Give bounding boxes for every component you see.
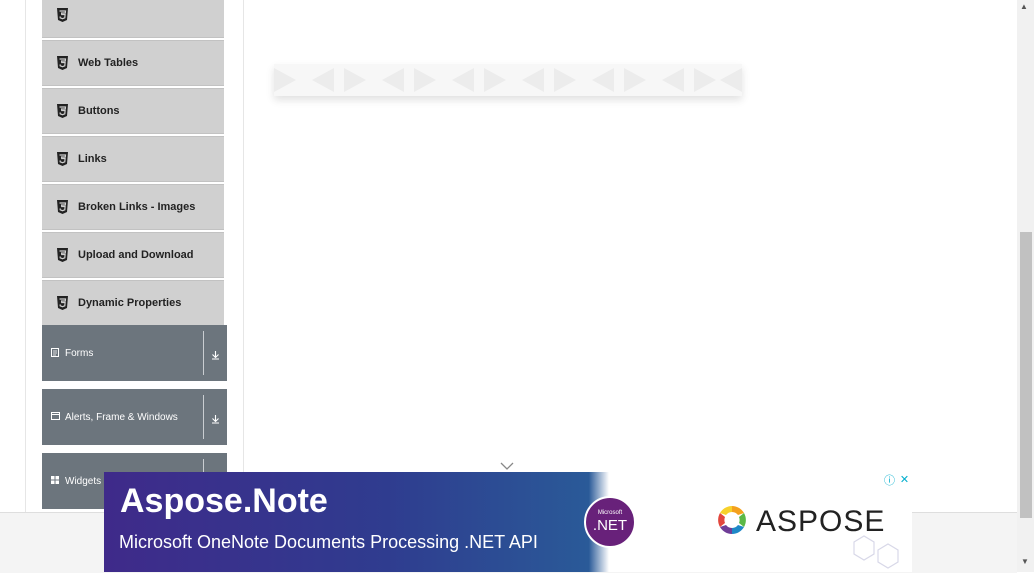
content-divider xyxy=(243,0,244,512)
scroll-down-arrow-icon[interactable]: ▼ xyxy=(1021,557,1029,566)
advertisement-banner[interactable]: Aspose.Note Microsoft OneNote Documents … xyxy=(104,472,912,572)
aspose-brand: ASPOSE xyxy=(714,504,885,540)
scroll-up-arrow-icon[interactable]: ▲ xyxy=(1020,2,1028,11)
group-label: Alerts, Frame & Windows xyxy=(65,411,178,423)
chevron-down-icon[interactable] xyxy=(500,458,514,470)
scrollbar-thumb[interactable] xyxy=(1020,232,1032,518)
menu-item-label: Broken Links - Images xyxy=(78,201,196,213)
ad-info-icon[interactable]: ⓘ xyxy=(882,472,897,487)
ad-subtitle: Microsoft OneNote Documents Processing .… xyxy=(119,532,538,552)
elements-menu-list: Web Tables Buttons Links Broken Links - … xyxy=(42,0,224,328)
html5-icon xyxy=(56,152,69,166)
menu-item-links[interactable]: Links xyxy=(42,136,224,182)
menu-item-label: Buttons xyxy=(78,105,120,117)
badge-top-text: Microsoft xyxy=(597,510,623,516)
menu-item-label: Links xyxy=(78,153,107,165)
menu-item-dynamic-properties[interactable]: Dynamic Properties xyxy=(42,280,224,326)
html5-icon xyxy=(56,104,69,118)
group-label: Forms xyxy=(65,347,94,359)
aspose-brand-text: ASPOSE xyxy=(756,505,886,538)
ad-controls: ⓘ ✕ xyxy=(882,472,912,487)
ad-title: Aspose.Note xyxy=(120,482,328,520)
window-icon xyxy=(51,412,61,422)
badge-main-text: .NET xyxy=(592,517,628,534)
widgets-icon xyxy=(51,476,61,486)
menu-item-label: Dynamic Properties xyxy=(78,297,182,309)
ad-close-icon[interactable]: ✕ xyxy=(897,472,912,487)
html5-icon xyxy=(56,200,69,214)
menu-item-buttons[interactable]: Buttons xyxy=(42,88,224,134)
menu-item-broken-links[interactable]: Broken Links - Images xyxy=(42,184,224,230)
html5-icon xyxy=(56,296,69,310)
form-icon xyxy=(51,348,61,358)
menu-item-label: Web Tables xyxy=(78,57,139,69)
html5-icon xyxy=(56,248,69,262)
aspose-logo-icon xyxy=(714,502,750,543)
left-divider xyxy=(25,0,26,512)
dotnet-badge: Microsoft .NET xyxy=(584,496,636,548)
group-header-alerts-frame-windows[interactable]: Alerts, Frame & Windows xyxy=(42,389,227,445)
download-arrow-icon[interactable] xyxy=(204,350,227,360)
decorative-banner xyxy=(274,64,742,96)
menu-item-label: Upload and Download xyxy=(78,249,194,261)
html5-icon xyxy=(56,8,69,22)
download-arrow-icon[interactable] xyxy=(204,414,227,424)
html5-icon xyxy=(56,56,69,70)
menu-item-web-tables[interactable]: Web Tables xyxy=(42,40,224,86)
group-header-forms[interactable]: Forms xyxy=(42,325,227,381)
menu-item-upload-download[interactable]: Upload and Download xyxy=(42,232,224,278)
menu-item-partial[interactable] xyxy=(42,0,224,38)
